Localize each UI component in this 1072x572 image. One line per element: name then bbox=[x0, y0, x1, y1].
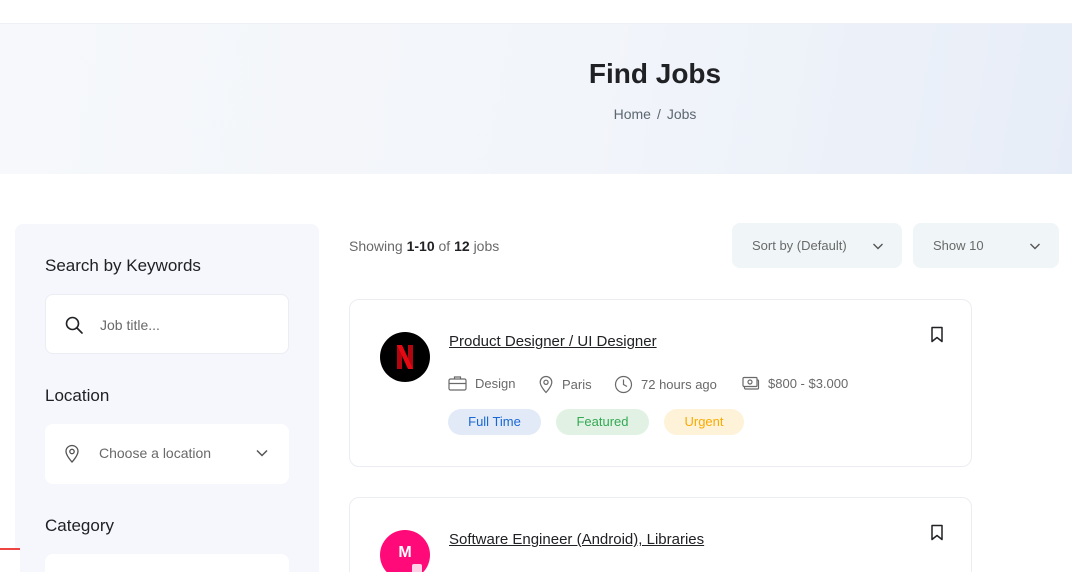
job-card[interactable]: M Software Engineer (Android), Libraries bbox=[349, 497, 972, 572]
search-icon bbox=[65, 316, 83, 334]
sort-by-select[interactable]: Sort by (Default) bbox=[732, 223, 902, 268]
company-logo-letter: M bbox=[398, 544, 412, 561]
filter-sidebar: Search by Keywords Job title... Location… bbox=[15, 224, 319, 572]
page-title: Find Jobs bbox=[588, 58, 722, 89]
chevron-down-icon bbox=[873, 243, 883, 250]
keywords-heading: Search by Keywords bbox=[45, 256, 201, 275]
top-header-bar bbox=[0, 0, 1072, 24]
money-icon bbox=[742, 376, 760, 390]
results-count-prefix: Showing bbox=[349, 238, 403, 254]
breadcrumb: Home / Jobs bbox=[0, 106, 1072, 122]
bookmark-icon[interactable] bbox=[930, 524, 944, 541]
breadcrumb-home-link[interactable]: Home bbox=[614, 106, 651, 122]
map-pin-icon bbox=[539, 375, 553, 394]
clock-icon bbox=[614, 375, 633, 394]
location-select-value: Choose a location bbox=[99, 445, 212, 461]
job-posted-time: 72 hours ago bbox=[614, 375, 717, 394]
job-category: Design bbox=[448, 375, 515, 391]
netflix-logo-icon bbox=[397, 345, 413, 369]
category-heading: Category bbox=[45, 516, 114, 535]
job-location: Paris bbox=[538, 375, 592, 394]
job-salary: $800 - $3.000 bbox=[742, 375, 848, 391]
job-title-link[interactable]: Product Designer / UI Designer bbox=[449, 333, 657, 350]
job-location-text: Paris bbox=[562, 377, 592, 392]
results-count-suffix: jobs bbox=[473, 238, 500, 254]
job-posted-time-text: 72 hours ago bbox=[641, 377, 717, 392]
job-tag-urgent: Urgent bbox=[664, 409, 744, 435]
sort-by-value: Sort by (Default) bbox=[752, 238, 847, 253]
company-logo: M bbox=[380, 530, 430, 572]
job-tag-featured: Featured bbox=[556, 409, 649, 435]
bookmark-icon[interactable] bbox=[930, 326, 944, 343]
map-pin-icon bbox=[65, 444, 79, 463]
per-page-select[interactable]: Show 10 bbox=[913, 223, 1059, 268]
chevron-down-icon bbox=[256, 449, 268, 457]
logo-corner-mark bbox=[412, 564, 422, 572]
job-salary-text: $800 - $3.000 bbox=[768, 375, 849, 391]
breadcrumb-current: Jobs bbox=[666, 106, 697, 122]
floating-widget-badge[interactable] bbox=[0, 548, 20, 572]
company-logo bbox=[380, 332, 430, 382]
keyword-search-placeholder: Job title... bbox=[100, 317, 160, 333]
job-card[interactable]: Product Designer / UI Designer Design Pa… bbox=[349, 299, 972, 467]
briefcase-icon bbox=[448, 376, 467, 391]
results-count-range: 1-10 bbox=[406, 238, 435, 254]
keyword-search-input[interactable]: Job title... bbox=[45, 294, 289, 354]
breadcrumb-separator: / bbox=[656, 106, 661, 122]
location-select[interactable]: Choose a location bbox=[45, 424, 289, 484]
results-count-of: of bbox=[438, 238, 451, 254]
category-select[interactable] bbox=[45, 554, 289, 572]
results-count-total: 12 bbox=[454, 238, 470, 254]
job-title-link[interactable]: Software Engineer (Android), Libraries bbox=[449, 531, 704, 548]
chevron-down-icon bbox=[1030, 243, 1040, 250]
page-title-banner: Find Jobs Home / Jobs bbox=[0, 24, 1072, 174]
results-count: Showing 1-10 of 12 jobs bbox=[349, 238, 499, 254]
location-heading: Location bbox=[45, 386, 110, 405]
per-page-value: Show 10 bbox=[933, 238, 984, 253]
job-tag-full-time: Full Time bbox=[448, 409, 541, 435]
job-category-text: Design bbox=[475, 375, 516, 391]
